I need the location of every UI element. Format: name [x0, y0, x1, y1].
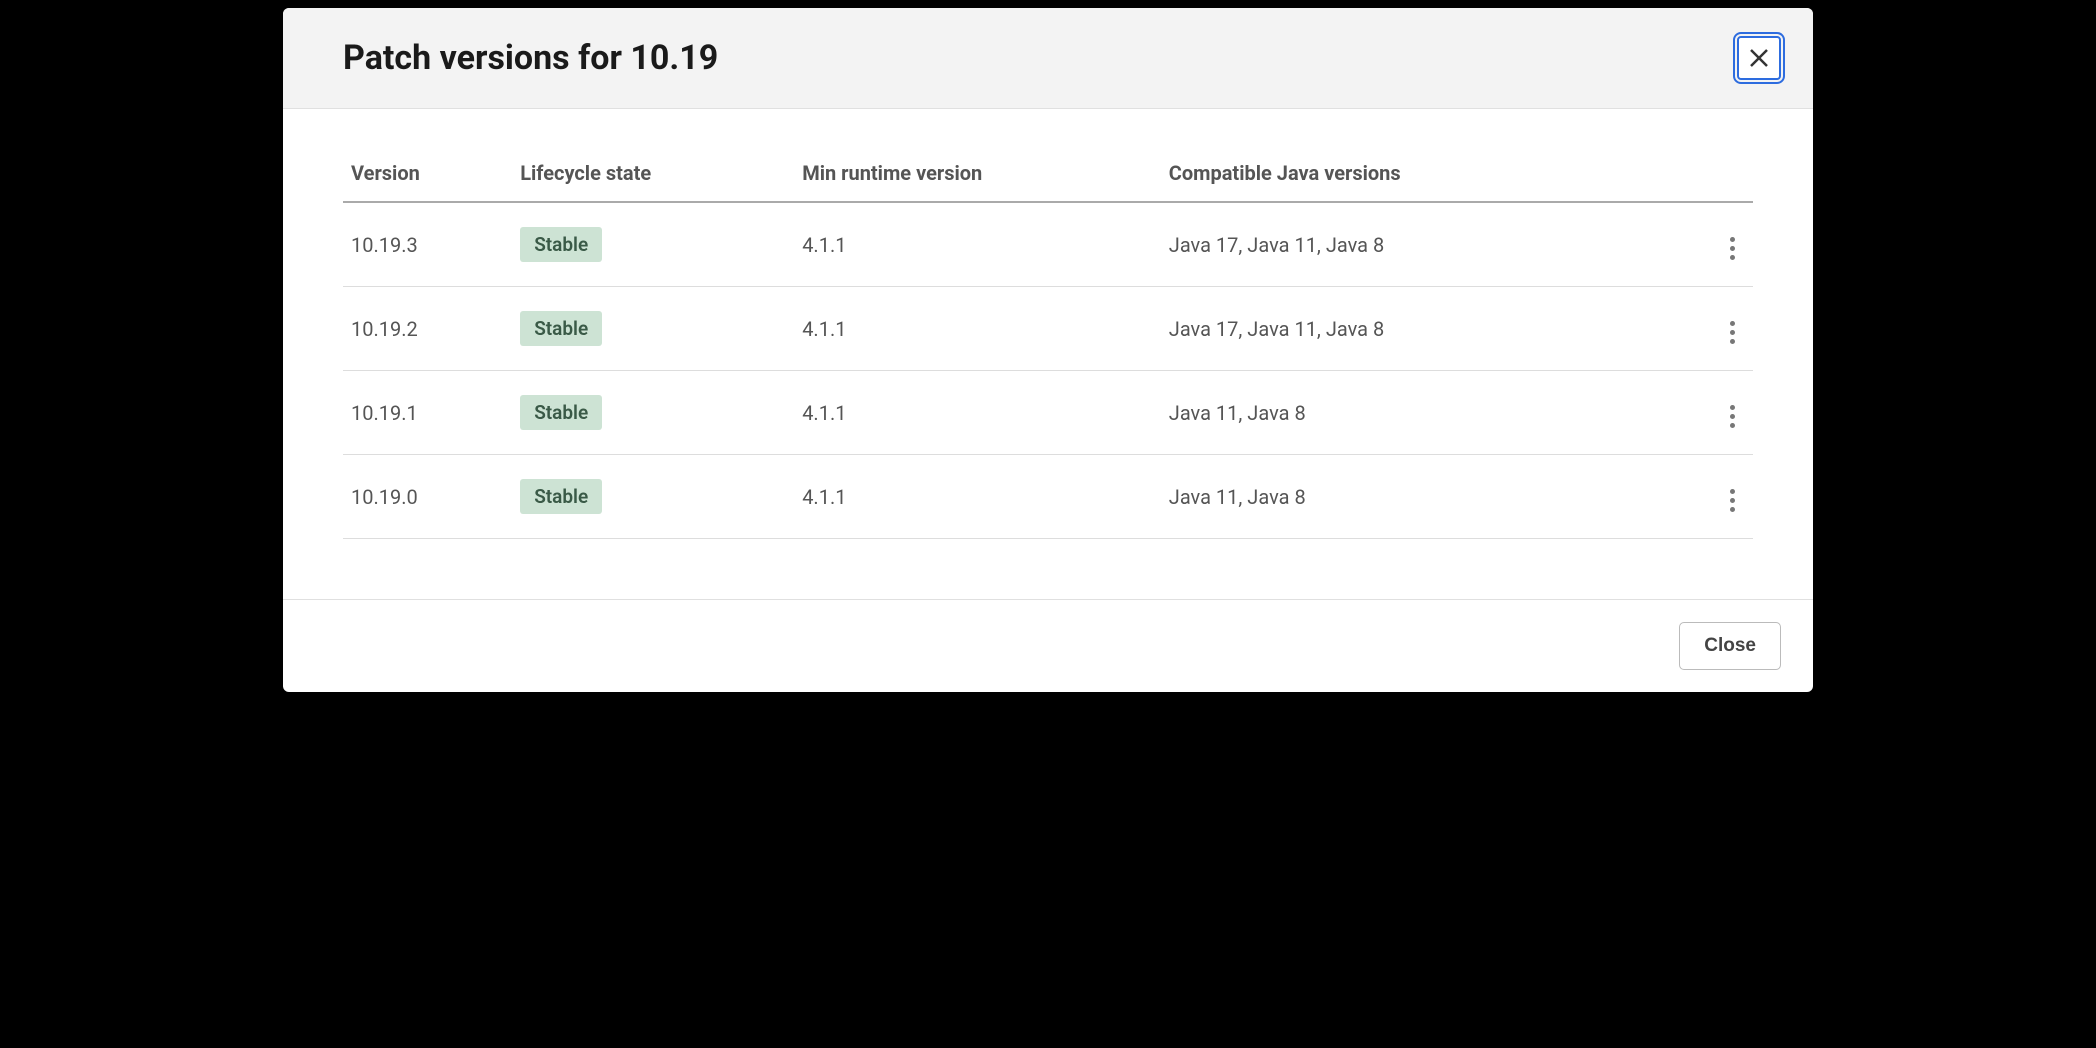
- lifecycle-badge: Stable: [520, 395, 602, 430]
- cell-actions: [1668, 202, 1753, 287]
- close-icon: [1747, 46, 1771, 70]
- modal-body: Version Lifecycle state Min runtime vers…: [283, 109, 1813, 599]
- cell-version: 10.19.2: [343, 287, 512, 371]
- cell-java: Java 17, Java 11, Java 8: [1161, 202, 1669, 287]
- patch-versions-modal: Patch versions for 10.19 Version Lifecyc…: [283, 8, 1813, 692]
- table-row: 10.19.0Stable 4.1.1Java 11, Java 8: [343, 455, 1753, 539]
- kebab-menu-icon[interactable]: [1720, 231, 1745, 266]
- col-header-lifecycle: Lifecycle state: [512, 149, 794, 202]
- cell-runtime: 4.1.1: [794, 371, 1161, 455]
- cell-java: Java 11, Java 8: [1161, 371, 1669, 455]
- table-row: 10.19.2Stable 4.1.1Java 17, Java 11, Java…: [343, 287, 1753, 371]
- table-row: 10.19.1Stable 4.1.1Java 11, Java 8: [343, 371, 1753, 455]
- table-row: 10.19.3Stable 4.1.1Java 17, Java 11, Java…: [343, 202, 1753, 287]
- kebab-menu-icon[interactable]: [1720, 315, 1745, 350]
- cell-version: 10.19.0: [343, 455, 512, 539]
- cell-version: 10.19.1: [343, 371, 512, 455]
- close-x-button[interactable]: [1737, 36, 1781, 80]
- modal-header: Patch versions for 10.19: [283, 8, 1813, 109]
- lifecycle-badge: Stable: [520, 311, 602, 346]
- patch-versions-table: Version Lifecycle state Min runtime vers…: [343, 149, 1753, 539]
- cell-runtime: 4.1.1: [794, 287, 1161, 371]
- cell-lifecycle: Stable: [512, 371, 794, 455]
- lifecycle-badge: Stable: [520, 479, 602, 514]
- col-header-java: Compatible Java versions: [1161, 149, 1669, 202]
- modal-title: Patch versions for 10.19: [343, 38, 718, 78]
- cell-lifecycle: Stable: [512, 287, 794, 371]
- cell-version: 10.19.3: [343, 202, 512, 287]
- lifecycle-badge: Stable: [520, 227, 602, 262]
- kebab-menu-icon[interactable]: [1720, 483, 1745, 518]
- cell-lifecycle: Stable: [512, 202, 794, 287]
- modal-footer: Close: [283, 599, 1813, 692]
- cell-lifecycle: Stable: [512, 455, 794, 539]
- col-header-version: Version: [343, 149, 512, 202]
- col-header-runtime: Min runtime version: [794, 149, 1161, 202]
- cell-actions: [1668, 371, 1753, 455]
- cell-actions: [1668, 455, 1753, 539]
- cell-actions: [1668, 287, 1753, 371]
- cell-java: Java 17, Java 11, Java 8: [1161, 287, 1669, 371]
- close-button[interactable]: Close: [1679, 622, 1781, 670]
- col-header-actions: [1668, 149, 1753, 202]
- cell-runtime: 4.1.1: [794, 455, 1161, 539]
- cell-java: Java 11, Java 8: [1161, 455, 1669, 539]
- cell-runtime: 4.1.1: [794, 202, 1161, 287]
- kebab-menu-icon[interactable]: [1720, 399, 1745, 434]
